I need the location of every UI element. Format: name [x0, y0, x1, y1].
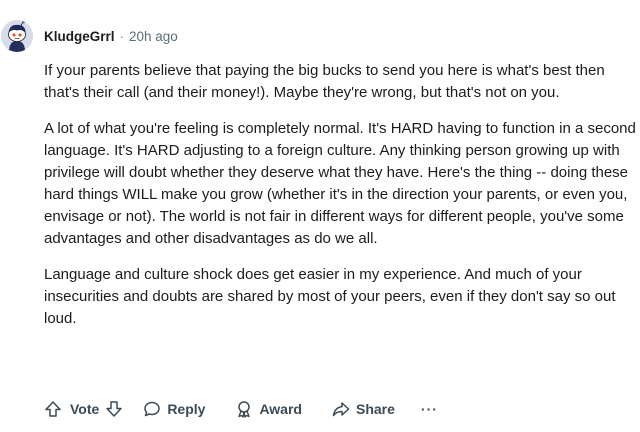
- avatar[interactable]: [1, 20, 33, 52]
- comment-actions: Vote Reply Award Share ···: [44, 398, 438, 420]
- comment-body: If your parents believe that paying the …: [44, 60, 636, 344]
- comment-paragraph: Language and culture shock does get easi…: [44, 266, 616, 327]
- snoo-avatar-icon: [1, 20, 33, 52]
- meta-separator: ·: [119, 28, 125, 44]
- username[interactable]: KludgeGrrl: [44, 29, 115, 44]
- comment-paragraph: A lot of what you're feeling is complete…: [44, 120, 636, 247]
- award-medal-icon: [238, 401, 251, 418]
- share-label: Share: [355, 401, 395, 417]
- comment: KludgeGrrl · 20h ago If your parents bel…: [0, 0, 640, 432]
- reply-label: Reply: [167, 401, 206, 417]
- reply-button[interactable]: Reply: [143, 400, 205, 418]
- comment-paragraph: If your parents believe that paying the …: [44, 62, 605, 101]
- vote-count: Vote: [70, 401, 100, 417]
- comment-header: KludgeGrrl · 20h ago: [44, 27, 178, 45]
- award-label: Award: [259, 401, 302, 417]
- speech-bubble-icon: [144, 401, 161, 417]
- downvote-arrow-icon: [106, 401, 123, 417]
- upvote-arrow-icon: [45, 401, 61, 417]
- upvote-button[interactable]: [44, 400, 62, 418]
- timestamp[interactable]: 20h ago: [129, 29, 178, 44]
- downvote-button[interactable]: [105, 400, 123, 418]
- more-options-button[interactable]: ···: [421, 401, 438, 417]
- share-button[interactable]: Share: [332, 400, 395, 418]
- award-button[interactable]: Award: [235, 400, 302, 418]
- share-arrow-icon: [332, 402, 350, 417]
- ellipsis-icon: ···: [420, 401, 438, 417]
